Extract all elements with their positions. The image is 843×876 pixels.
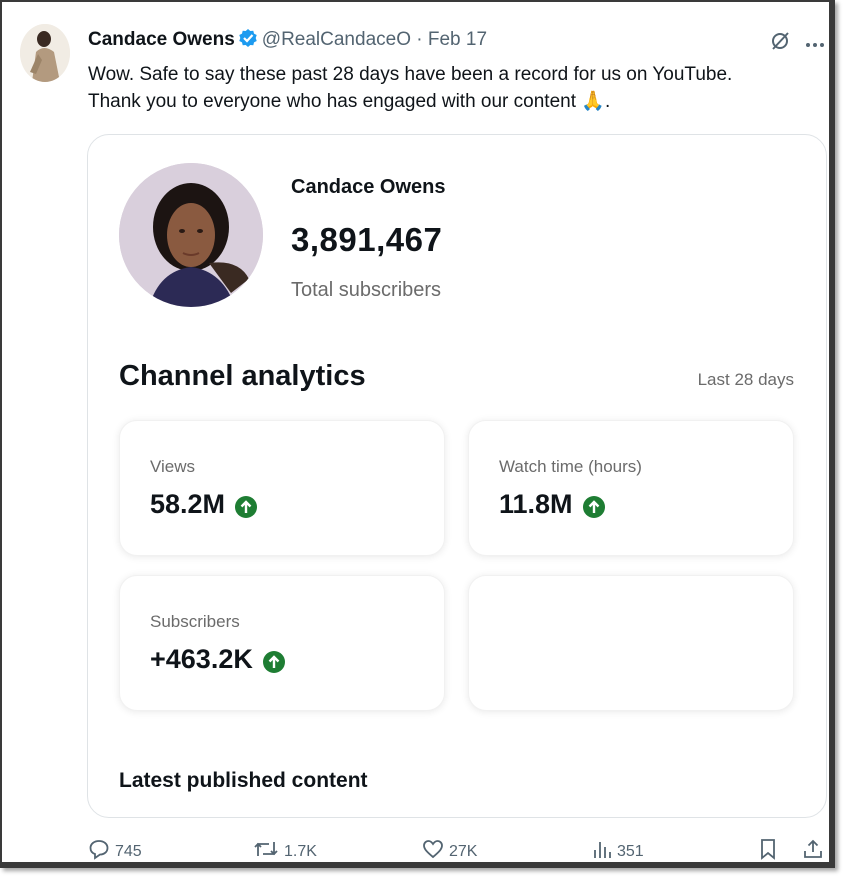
analytics-title: Channel analytics <box>119 360 366 392</box>
stat-value: 58.2M <box>150 489 226 519</box>
bookmark-icon <box>758 838 778 865</box>
like-count: 27K <box>449 842 478 860</box>
tweet-text: Wow. Safe to say these past 28 days have… <box>88 61 828 115</box>
view-count: 351 <box>617 842 644 860</box>
meta-separator: · <box>416 29 423 50</box>
heart-icon <box>422 838 444 865</box>
stat-value-row: 11.8M <box>499 489 605 520</box>
stat-value-row: 58.2M <box>150 489 258 520</box>
stat-label: Watch time (hours) <box>499 457 642 476</box>
analytics-icon <box>592 838 612 865</box>
retweet-icon <box>253 838 279 865</box>
tweet-date[interactable]: Feb 17 <box>428 29 487 50</box>
share-button[interactable] <box>802 838 824 865</box>
retweet-button[interactable]: 1.7K <box>253 838 317 865</box>
trend-up-icon <box>262 649 285 673</box>
bookmark-button[interactable] <box>758 838 778 865</box>
like-button[interactable]: 27K <box>422 838 477 865</box>
tweet-actions-bar: 745 1.7K 27K 351 <box>88 838 828 866</box>
author-avatar[interactable] <box>20 24 70 82</box>
tweet-text-line2: Thank you to everyone who has engaged wi… <box>88 91 576 112</box>
stat-card-views: Views 58.2M <box>119 420 445 556</box>
trend-up-icon <box>235 494 258 518</box>
retweet-count: 1.7K <box>284 842 317 860</box>
reply-count: 745 <box>115 842 142 860</box>
tweet-text-end: 🙏. <box>581 91 611 112</box>
trend-up-icon <box>582 494 605 518</box>
stat-card-empty <box>468 575 794 711</box>
total-subscriber-count: 3,891,467 <box>291 221 443 258</box>
stat-card-watch-time: Watch time (hours) 11.8M <box>468 420 794 556</box>
stat-label: Subscribers <box>150 612 240 631</box>
author-handle[interactable]: @RealCandaceO <box>262 29 411 50</box>
stat-value: +463.2K <box>150 644 253 674</box>
channel-avatar <box>119 163 263 307</box>
stat-label: Views <box>150 457 196 476</box>
reply-icon <box>88 838 110 865</box>
grok-icon[interactable] <box>769 30 791 57</box>
views-button[interactable]: 351 <box>592 838 644 865</box>
date-range-label: Last 28 days <box>697 370 794 389</box>
stat-value-row: +463.2K <box>150 644 285 675</box>
tweet-text-line1: Wow. Safe to say these past 28 days have… <box>88 64 733 85</box>
latest-content-heading: Latest published content <box>119 769 368 792</box>
tweet-top-icons <box>769 30 825 57</box>
total-subscriber-label: Total subscribers <box>291 279 442 301</box>
youtube-analytics-card[interactable]: Candace Owens 3,891,467 Total subscriber… <box>87 134 827 818</box>
tweet-header: Candace Owens @RealCandaceO · Feb 17 <box>88 28 828 52</box>
stat-card-subscribers: Subscribers +463.2K <box>119 575 445 711</box>
author-name[interactable]: Candace Owens <box>88 29 235 50</box>
stat-value: 11.8M <box>499 489 573 519</box>
share-icon <box>802 838 824 865</box>
more-options-icon[interactable] <box>805 35 825 53</box>
channel-name: Candace Owens <box>291 176 446 198</box>
verified-badge-icon <box>238 28 258 55</box>
reply-button[interactable]: 745 <box>88 838 142 865</box>
